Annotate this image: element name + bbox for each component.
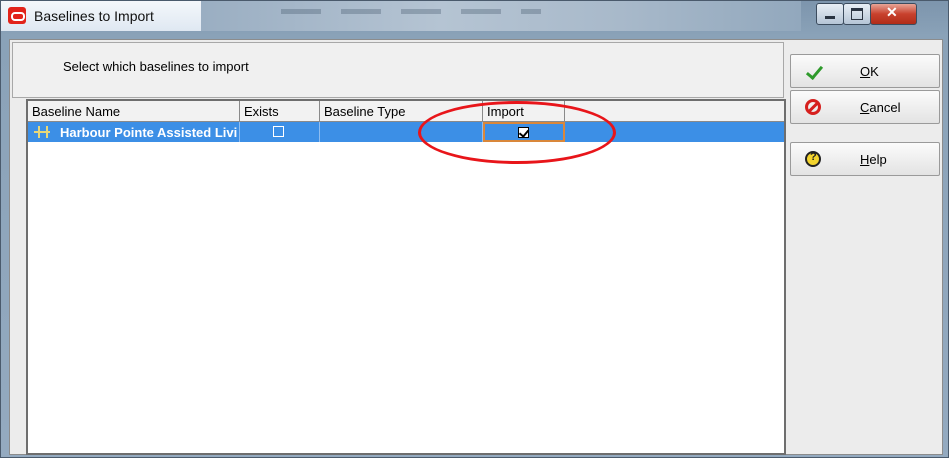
cancel-button[interactable]: Cancel (790, 90, 940, 124)
exists-checkbox (273, 126, 284, 137)
maximize-button[interactable] (843, 3, 871, 25)
prompt-text: Select which baselines to import (63, 59, 249, 74)
minimize-button[interactable] (816, 3, 844, 25)
grid-header: Baseline Name Exists Baseline Type Impor… (28, 101, 784, 122)
check-icon (805, 63, 823, 81)
prompt-panel: Select which baselines to import (12, 42, 784, 98)
cancel-icon (805, 99, 821, 115)
dialog-client-area: Select which baselines to import Baselin… (9, 39, 943, 455)
help-button[interactable]: Help (790, 142, 940, 176)
baseline-name-cell[interactable]: Harbour Pointe Assisted Livi (28, 122, 240, 142)
column-header-exists[interactable]: Exists (240, 101, 320, 121)
annotation-highlight-ellipse (418, 101, 616, 164)
oracle-app-icon (8, 7, 26, 24)
dialog-window: Baselines to Import Select which baselin… (0, 0, 949, 458)
baseline-icon (34, 126, 50, 138)
background-window-title (201, 1, 801, 31)
baseline-name-text: Harbour Pointe Assisted Livi (60, 125, 238, 140)
window-title: Baselines to Import (34, 8, 154, 24)
table-row[interactable]: Harbour Pointe Assisted Livi (28, 122, 784, 142)
cancel-button-label: Cancel (860, 100, 901, 115)
baselines-grid: Baseline Name Exists Baseline Type Impor… (26, 99, 786, 455)
button-panel: OK Cancel Help (786, 42, 940, 452)
close-button[interactable] (870, 3, 917, 25)
title-bar[interactable]: Baselines to Import (1, 1, 948, 31)
column-header-baseline-name[interactable]: Baseline Name (28, 101, 240, 121)
help-icon (805, 151, 821, 167)
ok-button[interactable]: OK (790, 54, 940, 88)
ok-button-label: OK (860, 64, 879, 79)
title-tab: Baselines to Import (1, 1, 202, 31)
exists-cell (240, 122, 320, 142)
help-button-label: Help (860, 152, 887, 167)
